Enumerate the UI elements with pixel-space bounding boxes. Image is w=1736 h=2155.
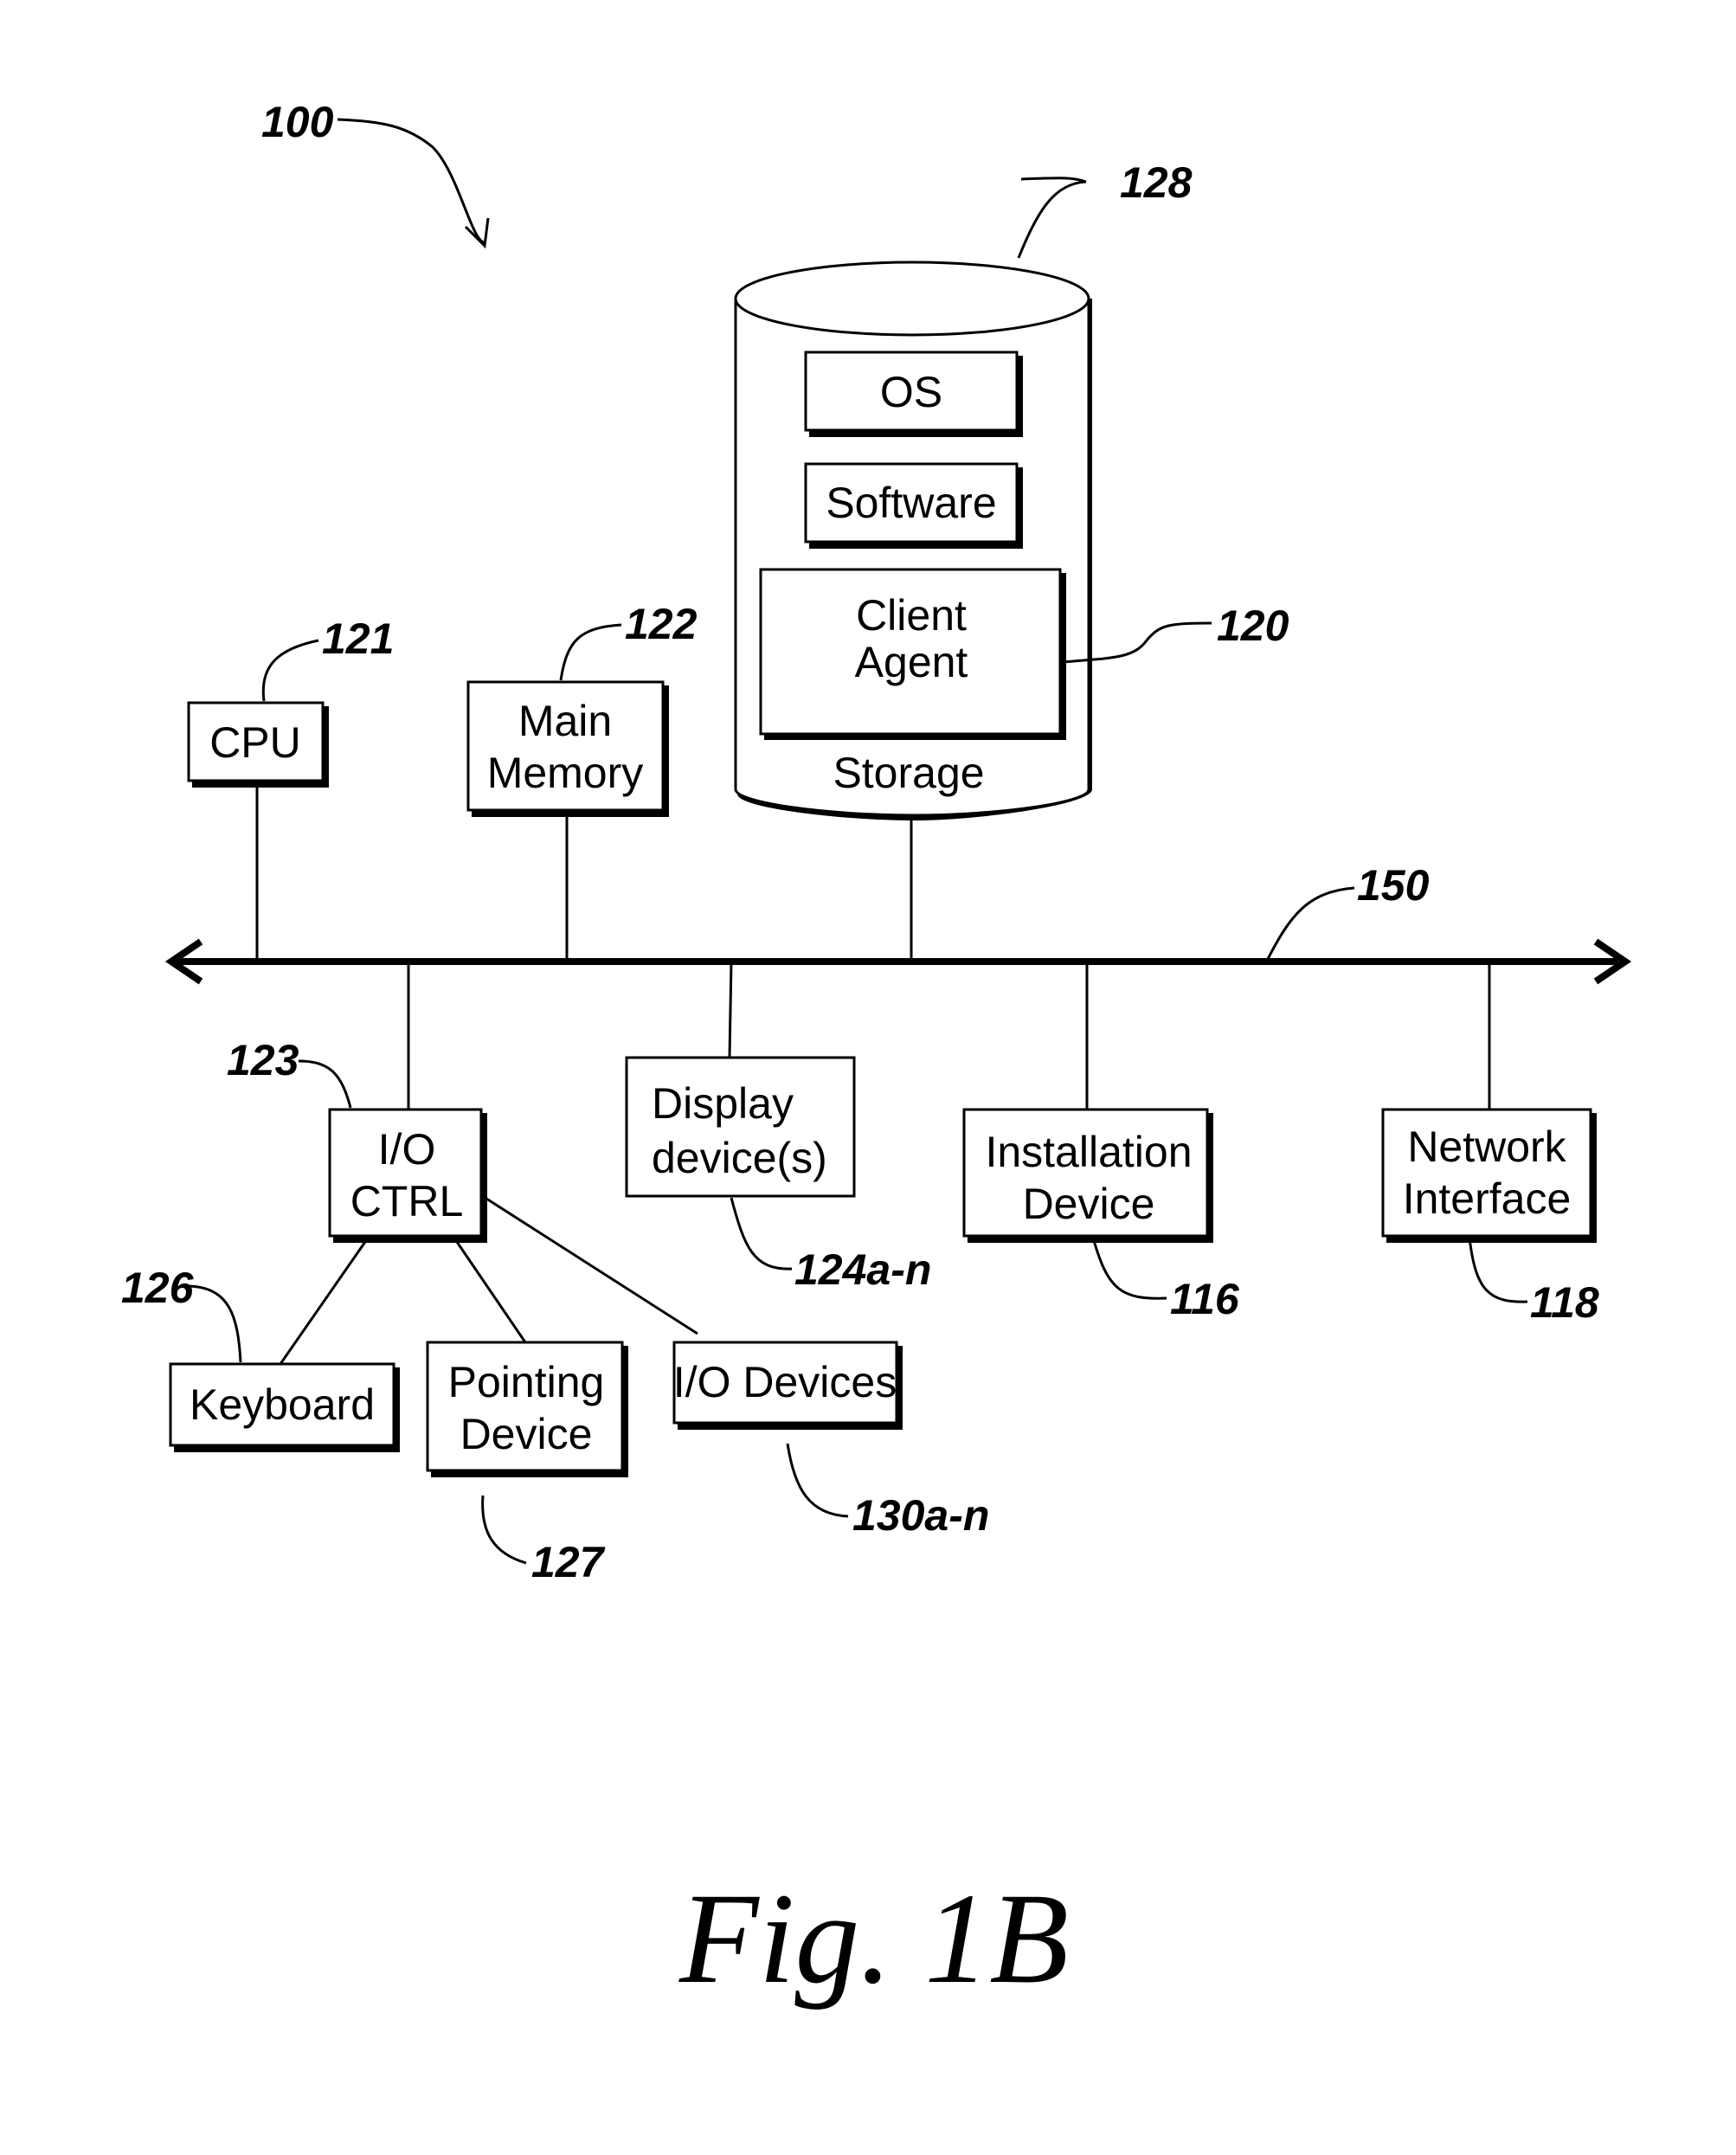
main-memory-ref-label: 122 [625,600,698,648]
client-agent-label-line1: Client [856,591,967,640]
storage-label: Storage [833,749,984,797]
display-label-line2: device(s) [652,1134,827,1182]
software-label: Software [826,479,996,527]
keyboard-ref-label: 126 [121,1264,195,1312]
client-agent-label-line2: Agent [855,638,968,686]
display-bus-link [728,961,733,1058]
main-memory-label-line1: Main [518,697,612,745]
network-ref-label: 118 [1530,1278,1599,1327]
keyboard-ref-leader [185,1284,242,1363]
io-ctrl-label-line1: I/O [378,1125,436,1174]
cpu-label: CPU [209,718,301,767]
display-ref-label: 124a-n [794,1245,931,1294]
os-label: OS [880,368,942,416]
installation-label-line1: Installation [985,1128,1192,1176]
bus-ref-leader [1266,886,1355,960]
io-ctrl-label-line2: CTRL [350,1177,464,1225]
installation-label-line2: Device [1023,1180,1155,1228]
system-ref-arrow [337,118,485,244]
installation-ref-leader [1091,1237,1167,1300]
computing-device-diagram: 100 128 OS Software Client Agent Storage… [121,98,1632,2010]
display-label-line1: Display [652,1079,794,1128]
pointing-label-line2: Device [460,1410,593,1458]
figure-caption: Fig. 1B [678,1867,1069,2010]
io-ctrl-ref-label: 123 [227,1036,299,1084]
network-label-line2: Interface [1403,1174,1572,1223]
pointing-ref-leader [481,1495,527,1565]
client-agent-ref-label: 120 [1217,601,1289,650]
display-ref-leader [730,1197,793,1270]
arrowhead-icon [464,217,490,249]
main-memory-ref-leader [559,623,622,681]
installation-ref-label: 116 [1170,1275,1240,1323]
cpu-ref-label: 121 [322,614,394,663]
ioctrl-iodevices-link [483,1195,698,1335]
pointing-label-line1: Pointing [448,1358,605,1406]
network-ref-leader [1468,1237,1528,1303]
storage-ref-label: 128 [1120,158,1193,207]
main-memory-label-line2: Memory [487,749,644,797]
bus-ref-label: 150 [1357,861,1430,910]
ioctrl-pointing-link [453,1238,527,1343]
io-devices-ref-label: 130a-n [852,1491,989,1540]
system-ref-label: 100 [261,98,334,146]
ioctrl-keyboard-link [279,1238,369,1365]
io-ctrl-ref-leader [298,1059,352,1109]
keyboard-label: Keyboard [190,1380,375,1429]
pointing-ref-label: 127 [531,1538,606,1586]
io-devices-ref-leader [786,1443,849,1518]
storage-ref-leader [1017,177,1087,259]
network-label-line1: Network [1407,1123,1566,1171]
cpu-ref-leader [261,639,319,702]
io-devices-label: I/O Devices [673,1358,897,1406]
